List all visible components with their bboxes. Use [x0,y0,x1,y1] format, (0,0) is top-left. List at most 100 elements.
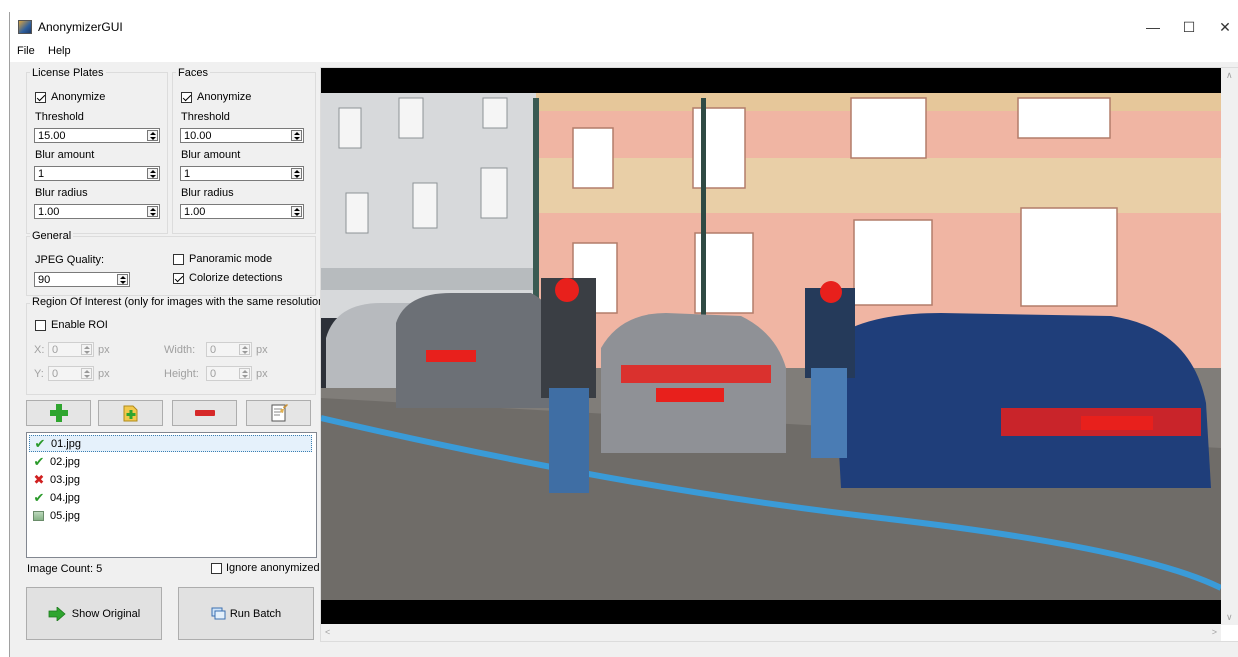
menu-file[interactable]: File [17,45,35,57]
minus-icon [194,410,215,416]
panoramic-label: Panoramic mode [189,253,273,265]
faces-blur-amount-label: Blur amount [181,149,241,161]
check-icon: ✔ [33,453,45,469]
spin-arrows-icon[interactable] [81,344,92,355]
scroll-down-icon[interactable]: ∨ [1226,612,1233,623]
close-button[interactable]: ✕ [1203,12,1238,42]
scroll-right-icon[interactable]: > [1212,627,1217,637]
roi-width-unit: px [256,344,268,356]
jpeg-quality-label: JPEG Quality: [35,254,105,266]
vertical-scrollbar[interactable]: ∧ ∨ [1221,68,1238,625]
image-viewer[interactable]: ∧ ∨ < > [320,67,1238,642]
lp-blur-amount-label: Blur amount [35,149,95,161]
list-item[interactable]: ✔ 04.jpg [29,489,312,506]
roi-height-unit: px [256,368,268,380]
spin-arrows-icon[interactable] [239,368,250,379]
faces-anonymize-label: Anonymize [197,91,252,103]
faces-blur-amount-spinbox[interactable]: 1 [180,166,304,181]
spin-arrows-icon[interactable] [147,130,158,141]
enable-roi-label: Enable ROI [51,319,108,331]
spin-arrows-icon[interactable] [117,274,128,285]
faces-blur-radius-spinbox[interactable]: 1.00 [180,204,304,219]
window-title: AnonymizerGUI [38,20,123,34]
arrow-right-icon [48,606,66,621]
ignore-anonymized-checkbox[interactable] [211,563,222,574]
faces-threshold-label: Threshold [181,111,230,123]
image-count: Image Count: 5 [27,563,103,575]
roi-x-spinbox[interactable]: 0 [48,342,94,357]
image-file-icon [33,510,44,521]
list-item[interactable]: ✔ 02.jpg [29,453,312,470]
roi-x-value: 0 [52,344,59,356]
lp-anonymize-checkbox[interactable] [35,92,46,103]
file-name: 05.jpg [50,509,80,522]
roi-width-label: Width: [164,344,196,356]
spin-arrows-icon[interactable] [147,168,158,179]
batch-icon [211,607,226,619]
remove-file-button[interactable] [172,400,237,426]
faces-anonymize-checkbox[interactable] [181,92,192,103]
show-original-button[interactable]: Show Original [26,587,162,640]
enable-roi-checkbox[interactable] [35,320,46,331]
panoramic-checkbox[interactable] [173,254,184,265]
lp-blur-radius-value: 1.00 [38,206,60,218]
faces-blur-radius-value: 1.00 [184,206,206,218]
spin-arrows-icon[interactable] [239,344,250,355]
list-item[interactable]: ✖ 03.jpg [29,471,312,488]
scroll-left-icon[interactable]: < [325,627,330,637]
roi-height-label: Height: [164,368,199,380]
roi-x-label: X: [34,344,45,356]
faces-threshold-spinbox[interactable]: 10.00 [180,128,304,143]
title-bar[interactable]: AnonymizerGUI — ☐ ✕ [10,12,1238,42]
lp-anonymize-label: Anonymize [51,91,106,103]
roi-height-value: 0 [210,368,217,380]
lp-threshold-label: Threshold [35,111,84,123]
jpeg-quality-value: 90 [38,274,51,286]
file-name: 02.jpg [50,455,80,468]
spin-arrows-icon[interactable] [291,206,302,217]
add-folder-icon [123,405,137,422]
spin-arrows-icon[interactable] [291,168,302,179]
show-original-label: Show Original [71,607,141,620]
lp-blur-radius-label: Blur radius [35,187,88,199]
lp-threshold-spinbox[interactable]: 15.00 [34,128,160,143]
spin-arrows-icon[interactable] [81,368,92,379]
list-item[interactable]: 05.jpg [29,507,312,524]
colorize-checkbox[interactable] [173,273,184,284]
lp-blur-amount-spinbox[interactable]: 1 [34,166,160,181]
app-window: AnonymizerGUI — ☐ ✕ File Help License Pl… [9,12,1238,657]
horizontal-scrollbar[interactable]: < > [321,624,1221,641]
run-batch-label: Run Batch [229,607,282,620]
roi-height-spinbox[interactable]: 0 [206,366,252,381]
file-name: 01.jpg [51,437,81,450]
plus-icon [49,404,68,422]
general-group [26,236,316,296]
clear-list-icon [271,404,288,422]
list-item[interactable]: ✔ 01.jpg [29,435,312,452]
faces-title: Faces [176,67,210,79]
roi-title: Region Of Interest (only for images with… [30,296,333,308]
file-list[interactable]: ✔ 01.jpg ✔ 02.jpg ✖ 03.jpg ✔ 04.jpg 05.j… [26,432,317,558]
license-plates-title: License Plates [30,67,106,79]
roi-y-unit: px [98,368,110,380]
run-batch-button[interactable]: Run Batch [178,587,314,640]
spin-arrows-icon[interactable] [147,206,158,217]
scroll-up-icon[interactable]: ∧ [1226,70,1233,81]
add-folder-button[interactable] [98,400,163,426]
file-name: 04.jpg [50,491,80,504]
jpeg-quality-spinbox[interactable]: 90 [34,272,130,287]
roi-width-spinbox[interactable]: 0 [206,342,252,357]
roi-y-label: Y: [34,368,44,380]
faces-threshold-value: 10.00 [184,130,212,142]
app-icon [18,20,32,34]
lp-blur-radius-spinbox[interactable]: 1.00 [34,204,160,219]
clear-list-button[interactable] [246,400,311,426]
file-name: 03.jpg [50,473,80,486]
roi-y-value: 0 [52,368,59,380]
spin-arrows-icon[interactable] [291,130,302,141]
add-files-button[interactable] [26,400,91,426]
faces-blur-amount-value: 1 [184,168,191,180]
menu-help[interactable]: Help [48,45,71,57]
ignore-anonymized-label: Ignore anonymized [226,562,320,574]
roi-y-spinbox[interactable]: 0 [48,366,94,381]
